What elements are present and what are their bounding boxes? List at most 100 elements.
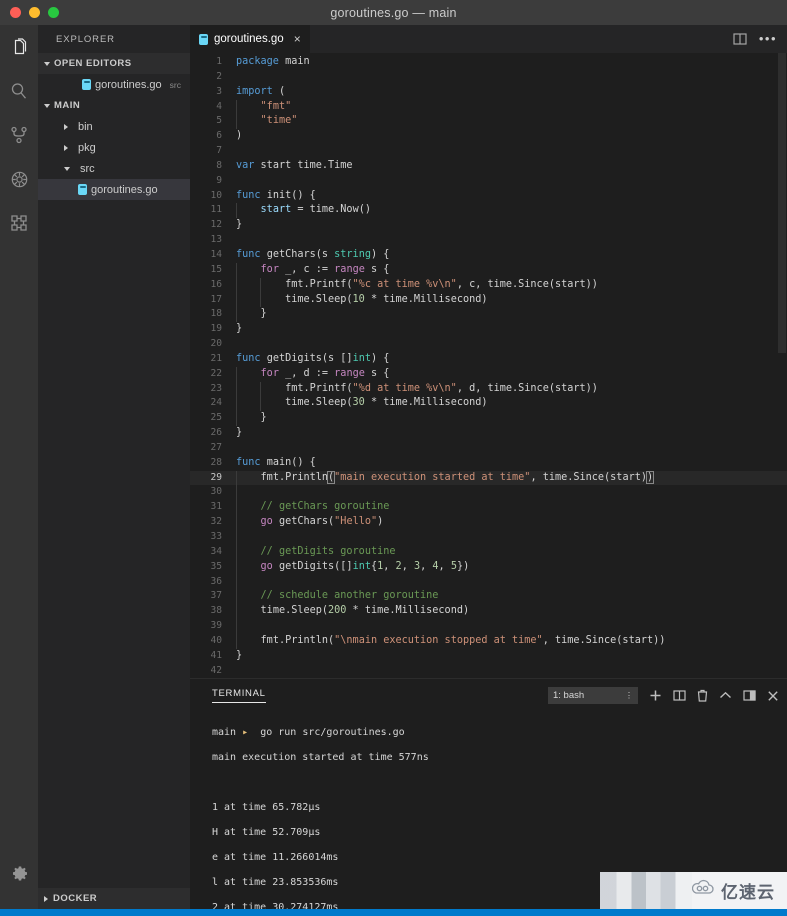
code-line: 6) bbox=[190, 129, 787, 144]
section-docker[interactable]: DOCKER bbox=[38, 888, 190, 909]
tree-item-label: pkg bbox=[78, 142, 96, 154]
code-line: 40 fmt.Println("\nmain execution stopped… bbox=[190, 634, 787, 649]
code-line: 3import ( bbox=[190, 85, 787, 100]
plus-icon[interactable] bbox=[649, 689, 662, 702]
tree-item-label: bin bbox=[78, 121, 93, 133]
code-line: 20 bbox=[190, 337, 787, 352]
line-number: 41 bbox=[190, 649, 222, 664]
line-number: 17 bbox=[190, 293, 222, 308]
line-number: 6 bbox=[190, 129, 222, 144]
line-number: 26 bbox=[190, 426, 222, 441]
line-number: 27 bbox=[190, 441, 222, 456]
tree-item-label: src bbox=[80, 163, 95, 175]
code-line: 17 time.Sleep(10 * time.Millisecond) bbox=[190, 293, 787, 308]
activity-item-run-debug[interactable] bbox=[0, 157, 38, 201]
terminal-select-value: 1: bash bbox=[553, 690, 584, 701]
chevron-down-icon bbox=[44, 104, 50, 108]
ellipsis-icon[interactable]: ••• bbox=[759, 35, 777, 43]
code-line: 34 // getDigits goroutine bbox=[190, 545, 787, 560]
code-editor[interactable]: 1package main 2 3import ( 4 "fmt" 5 "tim… bbox=[190, 53, 787, 678]
line-number: 30 bbox=[190, 485, 222, 500]
code-line: 33 bbox=[190, 530, 787, 545]
code-line: 24 time.Sleep(30 * time.Millisecond) bbox=[190, 396, 787, 411]
line-number: 14 bbox=[190, 248, 222, 263]
section-open-editors[interactable]: OPEN EDITORS bbox=[38, 53, 190, 74]
watermark: 亿速云 bbox=[600, 872, 787, 909]
activity-item-search[interactable] bbox=[0, 69, 38, 113]
code-line: 22 for _, d := range s { bbox=[190, 367, 787, 382]
code-line: 28func main() { bbox=[190, 456, 787, 471]
code-line: 9 bbox=[190, 174, 787, 189]
terminal-line: e at time 11.266014ms bbox=[212, 852, 787, 865]
terminal-blank bbox=[212, 777, 787, 790]
code-line: 15 for _, c := range s { bbox=[190, 263, 787, 278]
terminal-line: 1 at time 65.782µs bbox=[212, 802, 787, 815]
line-number: 5 bbox=[190, 114, 222, 129]
code-line: 8var start time.Time bbox=[190, 159, 787, 174]
line-number: 33 bbox=[190, 530, 222, 545]
line-number: 10 bbox=[190, 189, 222, 204]
open-editor-item-goroutines[interactable]: goroutines.go src bbox=[38, 74, 190, 95]
tree-item-src[interactable]: src bbox=[38, 158, 190, 179]
editor-scrollbar-thumb[interactable] bbox=[778, 53, 786, 353]
tree-item-pkg[interactable]: pkg bbox=[38, 137, 190, 158]
tab-goroutines-go[interactable]: goroutines.go × bbox=[190, 25, 310, 53]
mosaic-blur bbox=[600, 872, 692, 909]
tab-close-icon[interactable]: × bbox=[294, 32, 301, 46]
activity-item-explorer[interactable] bbox=[0, 25, 38, 69]
activity-item-source-control[interactable] bbox=[0, 113, 38, 157]
activity-item-manage[interactable] bbox=[0, 851, 38, 895]
panel-layout-icon[interactable] bbox=[743, 690, 756, 701]
tree-item-bin[interactable]: bin bbox=[38, 116, 190, 137]
trash-icon[interactable] bbox=[697, 689, 708, 702]
line-number: 34 bbox=[190, 545, 222, 560]
line-number: 22 bbox=[190, 367, 222, 382]
go-file-icon bbox=[78, 184, 87, 195]
open-editor-label: goroutines.go bbox=[95, 79, 162, 91]
code-line: 21func getDigits(s []int) { bbox=[190, 352, 787, 367]
tree-item-label: goroutines.go bbox=[91, 184, 158, 196]
line-number: 12 bbox=[190, 218, 222, 233]
chevron-down-icon bbox=[64, 167, 70, 171]
status-bar[interactable] bbox=[0, 909, 787, 916]
line-number: 19 bbox=[190, 322, 222, 337]
chevron-updown-icon: ⋮ bbox=[625, 692, 633, 700]
panel-tab-terminal[interactable]: TERMINAL bbox=[212, 688, 266, 703]
line-number: 38 bbox=[190, 604, 222, 619]
code-line: 7 bbox=[190, 144, 787, 159]
code-line: 4 "fmt" bbox=[190, 100, 787, 115]
line-number: 21 bbox=[190, 352, 222, 367]
split-icon[interactable] bbox=[673, 690, 686, 701]
close-icon[interactable] bbox=[767, 690, 779, 702]
section-workspace-main[interactable]: MAIN bbox=[38, 95, 190, 116]
panel-actions: 1: bash ⋮ bbox=[548, 687, 779, 704]
tab-label: goroutines.go bbox=[214, 33, 284, 45]
code-line: 5 "time" bbox=[190, 114, 787, 129]
line-number: 15 bbox=[190, 263, 222, 278]
section-docker-label: DOCKER bbox=[53, 893, 97, 904]
line-number: 23 bbox=[190, 382, 222, 397]
tree-item-goroutines-go[interactable]: goroutines.go bbox=[38, 179, 190, 200]
editor-scrollbar[interactable] bbox=[777, 53, 787, 678]
code-line: 36 bbox=[190, 575, 787, 590]
chevron-up-icon[interactable] bbox=[719, 691, 732, 700]
code-line-current[interactable]: 29 fmt.Println("main execution started a… bbox=[190, 471, 787, 486]
code-line: 16 fmt.Printf("%c at time %v\n", c, time… bbox=[190, 278, 787, 293]
title-bar: goroutines.go — main bbox=[0, 0, 787, 25]
line-number: 1 bbox=[190, 55, 222, 70]
code-line: 12} bbox=[190, 218, 787, 233]
code-lines: 1package main 2 3import ( 4 "fmt" 5 "tim… bbox=[190, 53, 787, 678]
line-number: 2 bbox=[190, 70, 222, 85]
watermark-text: 亿速云 bbox=[721, 878, 775, 903]
line-number: 25 bbox=[190, 411, 222, 426]
sidebar-explorer: EXPLORER OPEN EDITORS goroutines.go src … bbox=[38, 25, 190, 909]
line-number: 32 bbox=[190, 515, 222, 530]
line-number: 7 bbox=[190, 144, 222, 159]
activity-item-extensions[interactable] bbox=[0, 201, 38, 245]
terminal-select[interactable]: 1: bash ⋮ bbox=[548, 687, 638, 704]
split-editor-icon[interactable] bbox=[733, 33, 747, 45]
panel-header: TERMINAL 1: bash ⋮ bbox=[190, 679, 787, 712]
code-line: 18 } bbox=[190, 307, 787, 322]
files-icon bbox=[11, 38, 28, 57]
code-line: 38 time.Sleep(200 * time.Millisecond) bbox=[190, 604, 787, 619]
